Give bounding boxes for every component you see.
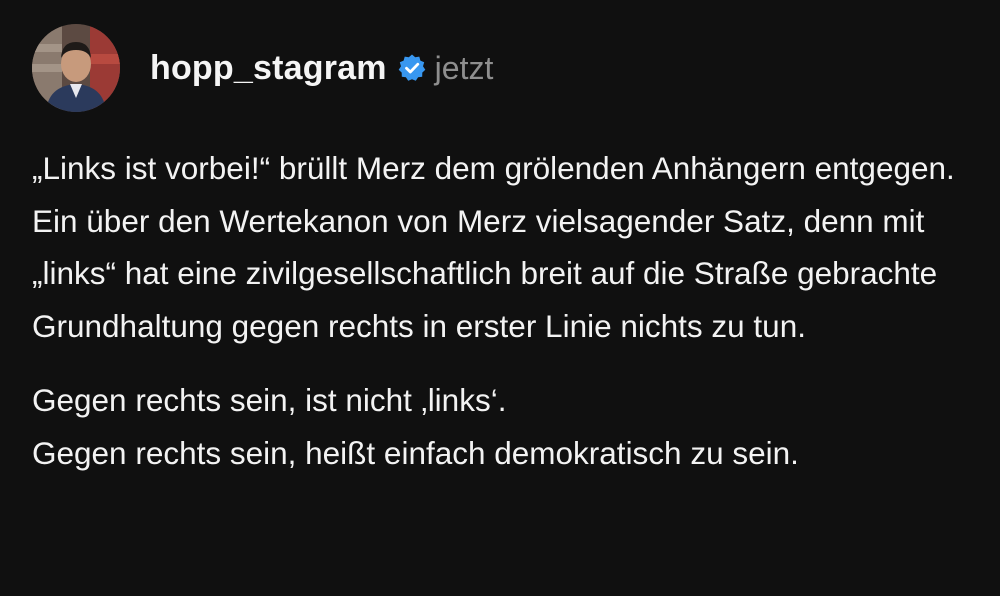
caption-line: Gegen rechts sein, ist nicht ‚links‘. bbox=[32, 382, 507, 418]
username[interactable]: hopp_stagram bbox=[150, 49, 387, 88]
post-caption: „Links ist vorbei!“ brüllt Merz dem gröl… bbox=[32, 142, 972, 479]
caption-paragraph: „Links ist vorbei!“ brüllt Merz dem gröl… bbox=[32, 150, 955, 344]
thread-post: hopp_stagram jetzt „Links ist vorbei!“ b… bbox=[0, 0, 1000, 596]
post-timestamp: jetzt bbox=[434, 49, 494, 86]
avatar[interactable] bbox=[32, 24, 120, 112]
caption-line: Gegen rechts sein, heißt einfach demokra… bbox=[32, 434, 799, 471]
verified-badge-icon bbox=[397, 53, 427, 83]
avatar-photo bbox=[32, 24, 120, 112]
post-header: hopp_stagram jetzt bbox=[32, 24, 493, 112]
